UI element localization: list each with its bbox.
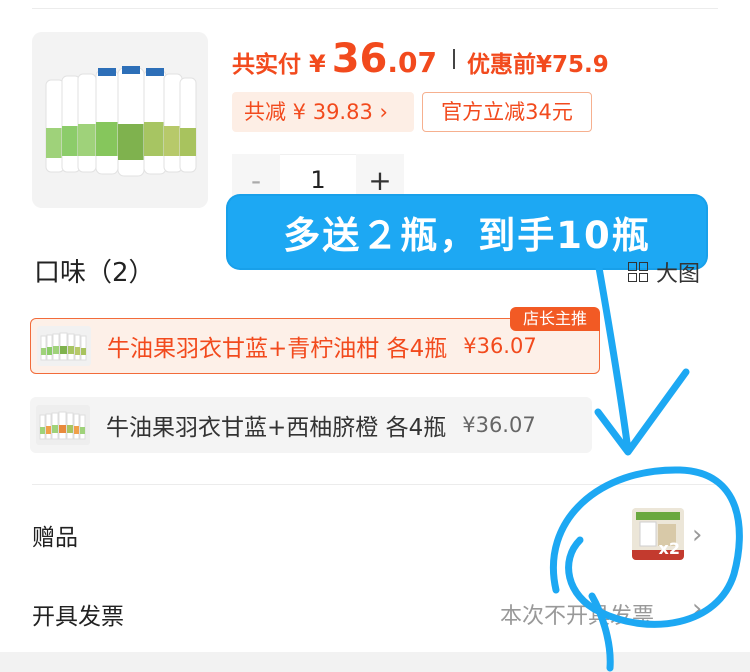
grid-view-icon <box>628 262 648 282</box>
official-discount-tag: 官方立减34元 <box>422 92 592 132</box>
flavor-option-price: ¥36.07 <box>463 334 537 358</box>
price-summary: 共实付 ¥ 36 .07 优惠前 ¥75.9 <box>232 36 609 82</box>
total-saved-tag[interactable]: 共减 ¥ 39.83 › <box>232 92 414 132</box>
annotation-arrow-line <box>594 258 632 454</box>
gift-quantity: x2 <box>658 539 680 558</box>
store-recommend-badge: 店长主推 <box>510 307 600 331</box>
gift-chevron-icon[interactable]: › <box>692 520 702 550</box>
original-price-label: 优惠前 <box>466 52 536 78</box>
invoice-value[interactable]: 本次不开具发票 <box>500 598 654 630</box>
flavor-option-name: 牛油果羽衣甘蓝+西柚脐橙 各4瓶 <box>106 415 447 441</box>
total-paid-label: 共实付 <box>232 52 301 78</box>
option-thumbnail <box>37 326 91 366</box>
gift-thumbnail[interactable]: x2 <box>632 508 684 560</box>
flavor-option-name: 牛油果羽衣甘蓝+青柠油柑 各4瓶 <box>107 336 448 362</box>
top-divider <box>32 8 718 9</box>
product-image[interactable] <box>32 32 208 208</box>
bottles-illustration <box>32 32 208 208</box>
original-price: ¥75.9 <box>535 52 609 78</box>
option-thumbnail <box>36 405 90 445</box>
gift-label: 赠品 <box>32 525 78 551</box>
currency-symbol: ¥ <box>309 50 326 78</box>
flavor-section-title: 口味（2） <box>34 258 155 288</box>
annotation-arrow-head <box>594 368 690 456</box>
flavor-option[interactable]: 牛油果羽衣甘蓝+西柚脐橙 各4瓶 ¥36.07 <box>30 397 592 453</box>
section-divider <box>32 484 718 485</box>
price-decimal: .07 <box>387 46 437 79</box>
price-integer: 36 <box>331 36 388 82</box>
invoice-label: 开具发票 <box>32 604 124 630</box>
large-image-toggle[interactable]: 大图 <box>628 256 700 288</box>
flavor-option-price: ¥36.07 <box>462 413 536 437</box>
large-image-label: 大图 <box>656 262 701 287</box>
bottom-gray-band <box>0 652 750 672</box>
invoice-chevron-icon[interactable]: › <box>692 594 702 624</box>
price-separator <box>452 49 455 69</box>
